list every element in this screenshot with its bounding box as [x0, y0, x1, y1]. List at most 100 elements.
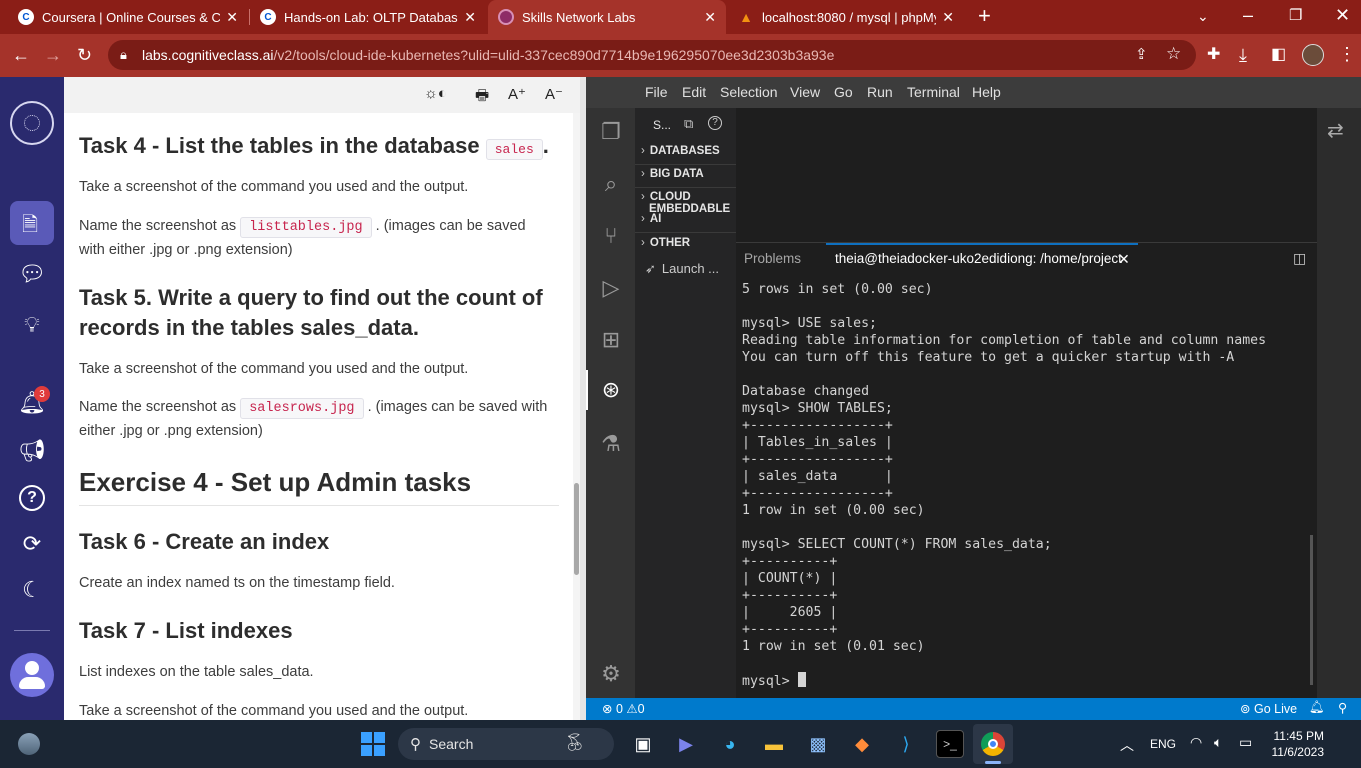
windows-start-icon[interactable] — [361, 732, 385, 756]
help-icon[interactable]: ? — [16, 482, 48, 514]
maximize-panel-icon[interactable]: ◫ — [1293, 250, 1306, 267]
speaker-icon[interactable]: 🔈︎ — [1214, 734, 1222, 751]
status-bar: ⊗ 0 ⚠0 ⊚ Go Live 🔔︎ ⚲ — [586, 698, 1361, 720]
search-icon[interactable]: ⌕ — [597, 170, 625, 198]
inline-code: sales — [485, 139, 543, 160]
extensions-icon[interactable]: ✚ — [1207, 45, 1220, 65]
close-icon[interactable]: ✕ — [704, 9, 716, 26]
menu-view[interactable]: View — [790, 84, 820, 100]
flask-icon[interactable]: ⚗ — [597, 430, 625, 458]
moon-icon[interactable]: ☾ — [16, 574, 48, 606]
forward-icon[interactable]: → — [44, 45, 62, 65]
megaphone-icon[interactable]: 📢︎ — [16, 435, 48, 467]
more-menu-icon[interactable]: ⋮ — [1338, 44, 1356, 64]
url-path: /v2/tools/cloud-ide-kubernetes?ulid=ulid… — [273, 47, 835, 63]
section-databases[interactable]: › DATABASES — [641, 145, 720, 157]
new-tab-icon[interactable]: + — [978, 5, 991, 27]
tab-terminal[interactable]: theia@theiadocker-uko2edidiong: /home/pr… — [835, 251, 1122, 266]
run-debug-icon[interactable]: ▷ — [597, 274, 625, 302]
clock[interactable]: 11:45 PM 11/6/2023 — [1268, 728, 1325, 760]
scrollbar-thumb[interactable] — [574, 483, 579, 575]
weather-icon[interactable] — [18, 733, 40, 755]
collapse-all-icon[interactable]: ⧉ — [684, 116, 693, 132]
profile-avatar[interactable] — [1302, 44, 1324, 66]
font-increase-button[interactable]: A⁺ — [508, 85, 526, 103]
notification-badge: 3 — [34, 386, 50, 402]
tab-hands-on-lab[interactable]: C Hands-on Lab: OLTP Database | C ✕ — [250, 0, 486, 34]
restore-icon[interactable]: ❐ — [1289, 6, 1302, 26]
help-icon[interactable]: ? — [708, 116, 722, 130]
tab-skills-network[interactable]: Skills Network Labs ✕ — [488, 0, 726, 34]
address-bar[interactable]: 🔒︎ labs.cognitiveclass.ai/v2/tools/cloud… — [108, 40, 1196, 70]
skills-network-logo[interactable] — [10, 101, 54, 145]
section-other[interactable]: › OTHER — [641, 237, 690, 249]
taskbar-search[interactable]: ⚲ Search 🍒︎ — [398, 728, 614, 760]
task-view-icon[interactable]: ▣ — [629, 730, 657, 758]
toggle-panel-icon[interactable]: ⇄ — [1327, 118, 1344, 143]
menu-terminal[interactable]: Terminal — [907, 84, 960, 100]
terminal-output[interactable]: 5 rows in set (0.00 sec) mysql> USE sales… — [742, 281, 1302, 691]
close-window-icon[interactable]: ✕ — [1335, 5, 1350, 25]
terminal-line: | sales_data | — [742, 469, 893, 484]
photos-icon[interactable]: ▩ — [804, 730, 832, 758]
edge-icon[interactable]: ◕ — [716, 730, 744, 758]
extensions-icon[interactable]: ⊞ — [597, 326, 625, 354]
minimize-icon[interactable]: – — [1243, 5, 1253, 25]
vscode-icon[interactable]: ⟩ — [892, 730, 920, 758]
terminal-icon[interactable]: >_ — [936, 730, 964, 758]
skills-network-toolbox-icon[interactable]: ⊛ — [597, 376, 625, 404]
section-ai[interactable]: › AI — [641, 213, 661, 222]
menu-file[interactable]: File — [645, 84, 668, 100]
git-icon[interactable]: ◆ — [848, 730, 876, 758]
close-icon[interactable]: ✕ — [1118, 251, 1130, 268]
bell-icon[interactable]: 🔔︎ — [1309, 700, 1325, 715]
print-icon[interactable]: 🖶︎ — [475, 85, 489, 110]
chat-icon[interactable]: 💬︎ — [16, 258, 48, 290]
tab-phpmyadmin[interactable]: ▲ localhost:8080 / mysql | phpMyA ✕ — [728, 0, 964, 34]
terminal-line: +-----------------+ — [742, 486, 893, 501]
menu-help[interactable]: Help — [972, 84, 1001, 100]
terminal-scrollbar[interactable] — [1310, 535, 1313, 685]
chevron-down-icon[interactable]: ⌄ — [1197, 6, 1209, 26]
lightbulb-icon[interactable]: 💡︎ — [16, 309, 48, 341]
explorer-icon[interactable]: ❐ — [597, 118, 625, 146]
chevron-up-icon[interactable]: ︿ — [1120, 735, 1134, 755]
close-icon[interactable]: ✕ — [942, 9, 954, 26]
tab-problems[interactable]: Problems — [744, 251, 801, 266]
wifi-icon[interactable]: ◠ — [1190, 734, 1202, 751]
broadcast-icon[interactable]: ⚲ — [1338, 700, 1347, 715]
back-icon[interactable]: ← — [12, 45, 30, 65]
instructions-scrollbar[interactable] — [573, 113, 580, 720]
launch-application-item[interactable]: ➶ Launch ... — [645, 261, 719, 277]
share-icon[interactable]: ⇪ — [1135, 45, 1148, 63]
language-indicator[interactable]: ENG — [1150, 737, 1176, 751]
problems-status[interactable]: ⊗ 0 ⚠0 — [602, 701, 645, 716]
section-cloud[interactable]: › CLOUD — [641, 191, 691, 203]
menu-selection[interactable]: Selection — [720, 84, 778, 100]
user-avatar[interactable] — [10, 653, 54, 697]
instructions-button[interactable]: 🗎 — [10, 201, 54, 245]
menu-edit[interactable]: Edit — [682, 84, 706, 100]
close-icon[interactable]: ✕ — [464, 9, 476, 26]
menu-run[interactable]: Run — [867, 84, 893, 100]
teams-icon[interactable]: ▶ — [672, 730, 700, 758]
side-panel-icon[interactable]: ◧ — [1271, 45, 1286, 65]
file-explorer-icon[interactable]: ▬ — [760, 730, 788, 758]
close-icon[interactable]: ✕ — [226, 9, 238, 26]
source-control-icon[interactable]: ⑂ — [597, 222, 625, 250]
menu-go[interactable]: Go — [834, 84, 853, 100]
refresh-icon[interactable]: ⟳ — [16, 528, 48, 560]
gear-icon[interactable]: ⚙ — [597, 660, 625, 688]
section-big-data[interactable]: › BIG DATA — [641, 168, 704, 180]
reload-icon[interactable]: ↻ — [77, 45, 92, 65]
font-decrease-button[interactable]: A⁻ — [545, 85, 563, 103]
bookmark-star-icon[interactable]: ☆ — [1166, 44, 1181, 64]
tab-coursera[interactable]: C Coursera | Online Courses & Cre ✕ — [8, 0, 248, 34]
go-live-button[interactable]: ⊚ Go Live — [1240, 701, 1297, 716]
task7-heading: Task 7 - List indexes — [79, 618, 293, 643]
theme-toggle-icon[interactable]: ☼◐ — [424, 85, 447, 102]
chrome-taskbar-button[interactable] — [973, 724, 1013, 764]
download-icon[interactable]: ⤓ — [1239, 45, 1247, 65]
battery-icon[interactable]: ▭ — [1239, 734, 1252, 751]
